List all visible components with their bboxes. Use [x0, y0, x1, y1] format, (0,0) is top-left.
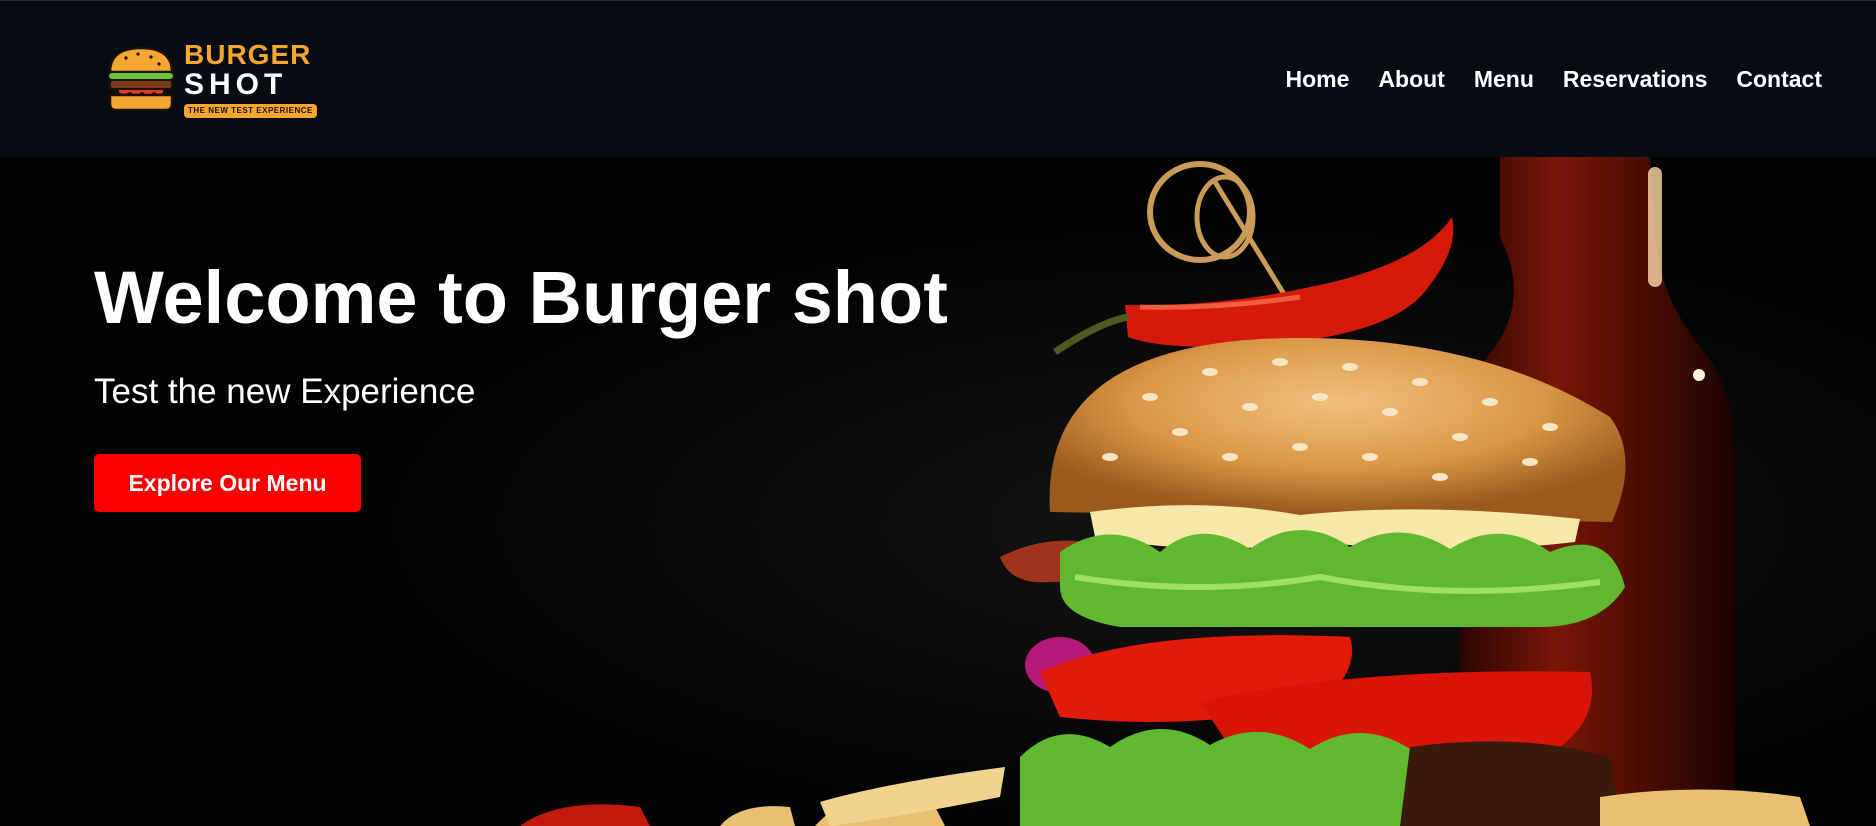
nav-item-contact: Contact [1736, 66, 1822, 93]
nav-item-home: Home [1286, 66, 1350, 93]
brand-name-line2: SHOT [184, 67, 288, 101]
nav-link-home[interactable]: Home [1286, 66, 1350, 92]
nav-link-reservations[interactable]: Reservations [1563, 66, 1707, 92]
brand-logo[interactable]: BURGER SHOT THE NEW TEST EXPERIENCE [104, 39, 317, 119]
nav-item-menu: Menu [1474, 66, 1534, 93]
brand-tagline: THE NEW TEST EXPERIENCE [184, 103, 317, 118]
brand-name-line1: BURGER [184, 38, 312, 70]
hero-title: Welcome to Burger shot [94, 256, 948, 339]
nav-link-contact[interactable]: Contact [1736, 66, 1822, 92]
explore-menu-button[interactable]: Explore Our Menu [94, 454, 361, 512]
nav-item-about: About [1378, 66, 1444, 93]
hero-section: Welcome to Burger shot Test the new Expe… [0, 157, 1876, 826]
nav-list: Home About Menu Reservations Contact [1286, 66, 1822, 93]
nav-link-menu[interactable]: Menu [1474, 66, 1534, 92]
hero-subtitle: Test the new Experience [94, 372, 476, 411]
navbar: BURGER SHOT THE NEW TEST EXPERIENCE Home… [0, 0, 1876, 157]
nav-item-reservations: Reservations [1563, 66, 1707, 93]
nav-link-about[interactable]: About [1378, 66, 1444, 92]
brand-wordmark: BURGER SHOT THE NEW TEST EXPERIENCE [184, 38, 317, 118]
burger-icon [107, 46, 175, 112]
main-nav: Home About Menu Reservations Contact [1286, 66, 1822, 93]
hero-content: Welcome to Burger shot Test the new Expe… [94, 261, 948, 512]
